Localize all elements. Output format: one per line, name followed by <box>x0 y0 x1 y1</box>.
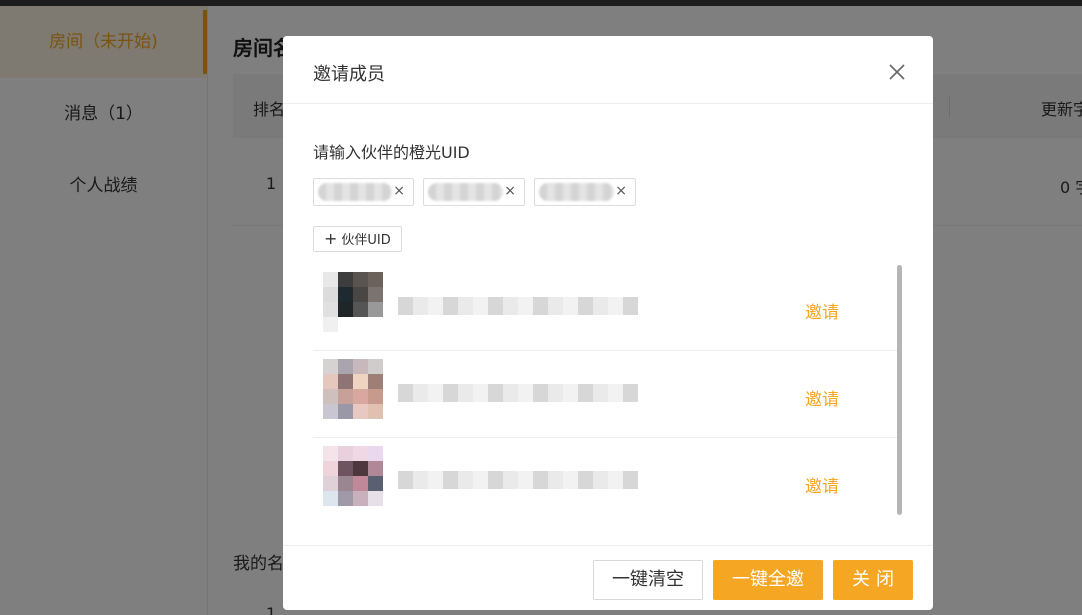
uid-tag: × <box>313 178 414 206</box>
remove-tag-icon[interactable]: × <box>393 183 405 199</box>
uid-input-label: 请输入伙伴的橙光UID <box>313 143 470 162</box>
partner-name <box>398 471 638 489</box>
invite-members-dialog: 邀请成员 请输入伙伴的橙光UID × × × + 伙伴UID 邀请 邀请 邀请 … <box>283 36 933 610</box>
avatar <box>323 446 383 506</box>
clear-all-button[interactable]: 一键清空 <box>593 560 703 600</box>
avatar <box>323 272 383 332</box>
add-partner-uid-label: 伙伴UID <box>341 233 391 248</box>
plus-icon: + <box>324 229 338 248</box>
uid-tag: × <box>423 178 525 206</box>
uid-tag: × <box>534 178 636 206</box>
list-item: 邀请 <box>313 438 901 514</box>
list-item: 邀请 <box>313 351 901 438</box>
invite-all-button[interactable]: 一键全邀 <box>713 560 823 600</box>
close-button[interactable]: 关闭 <box>833 560 913 600</box>
dialog-title: 邀请成员 <box>313 64 385 85</box>
add-partner-uid-button[interactable]: + 伙伴UID <box>313 226 402 252</box>
partner-name <box>398 297 638 315</box>
remove-tag-icon[interactable]: × <box>615 183 627 199</box>
partner-name <box>398 384 638 402</box>
partner-list: 邀请 邀请 邀请 <box>313 264 901 514</box>
invite-button[interactable]: 邀请 <box>805 385 839 410</box>
list-scrollbar[interactable] <box>897 265 902 515</box>
uid-tag-value <box>539 183 614 201</box>
dialog-header: 邀请成员 <box>283 36 933 104</box>
remove-tag-icon[interactable]: × <box>504 183 516 199</box>
close-icon[interactable] <box>887 62 907 82</box>
list-item: 邀请 <box>313 264 901 351</box>
dialog-footer: 一键清空 一键全邀 关闭 <box>283 545 933 610</box>
uid-tag-value <box>428 183 503 201</box>
invite-button[interactable]: 邀请 <box>805 298 839 323</box>
avatar <box>323 359 383 419</box>
uid-tag-value <box>318 183 392 201</box>
invite-button[interactable]: 邀请 <box>805 472 839 497</box>
